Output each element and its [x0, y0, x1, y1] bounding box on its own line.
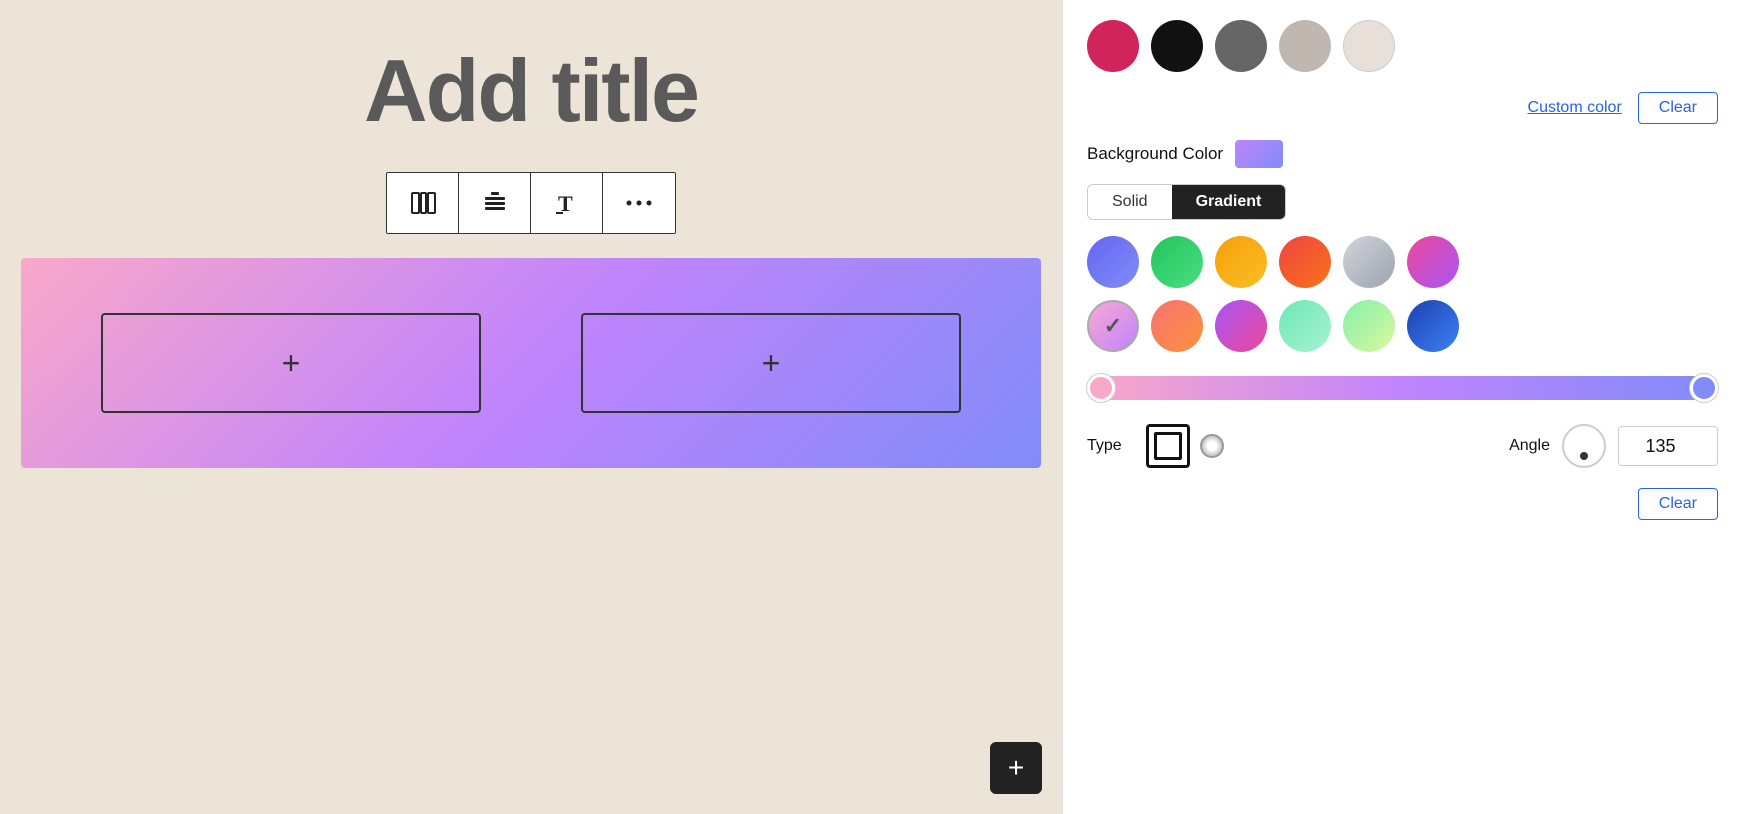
angle-section: Angle — [1509, 424, 1718, 468]
bg-color-row: Background Color — [1087, 140, 1718, 168]
angle-dial-dot — [1580, 452, 1588, 460]
grad-swatch-pink-purple[interactable] — [1407, 236, 1459, 288]
add-block-left[interactable]: + — [101, 313, 481, 413]
type-icon-radial[interactable] — [1200, 434, 1224, 458]
grad-swatch-green[interactable] — [1151, 236, 1203, 288]
type-label: Type — [1087, 437, 1122, 455]
grad-swatch-pink-lilac[interactable] — [1087, 300, 1139, 352]
grad-swatch-amber[interactable] — [1215, 236, 1267, 288]
text-button[interactable]: T — [531, 173, 603, 233]
type-icons — [1146, 424, 1224, 468]
add-block-right[interactable]: + — [581, 313, 961, 413]
swatch-dark-gray[interactable] — [1215, 20, 1267, 72]
grad-swatch-red-orange[interactable] — [1279, 236, 1331, 288]
angle-label: Angle — [1509, 437, 1550, 455]
gradient-button[interactable]: Gradient — [1172, 185, 1286, 219]
clear-bottom-button[interactable]: Clear — [1638, 488, 1718, 520]
bg-color-label: Background Color — [1087, 144, 1223, 164]
type-icon-linear-inner — [1154, 432, 1182, 460]
bg-color-preview[interactable] — [1235, 140, 1283, 168]
swatch-medium-gray[interactable] — [1279, 20, 1331, 72]
gradient-slider-track[interactable] — [1087, 376, 1718, 400]
gradient-slider-container — [1087, 368, 1718, 408]
clear-top-button[interactable]: Clear — [1638, 92, 1718, 124]
text-color-swatches — [1087, 20, 1718, 72]
angle-input[interactable] — [1618, 426, 1718, 466]
grad-swatch-purple-pink[interactable] — [1215, 300, 1267, 352]
add-page-button[interactable]: + — [990, 742, 1042, 794]
type-toggle: Solid Gradient — [1087, 184, 1286, 220]
swatch-crimson[interactable] — [1087, 20, 1139, 72]
grad-swatch-gray[interactable] — [1343, 236, 1395, 288]
gradient-palette — [1087, 236, 1718, 352]
more-button[interactable] — [603, 173, 675, 233]
grad-swatch-deep-blue[interactable] — [1407, 300, 1459, 352]
gradient-block: + + — [21, 258, 1041, 468]
type-icon-linear[interactable] — [1146, 424, 1190, 468]
canvas-area: Add title T — [0, 0, 1062, 814]
columns-button[interactable] — [387, 173, 459, 233]
palette-row-2 — [1087, 300, 1718, 352]
custom-clear-row: Custom color Clear — [1087, 92, 1718, 124]
right-panel: Custom color Clear Background Color Soli… — [1062, 0, 1742, 814]
grad-swatch-red-light[interactable] — [1151, 300, 1203, 352]
solid-button[interactable]: Solid — [1088, 185, 1172, 219]
align-button[interactable] — [459, 173, 531, 233]
grad-swatch-blue-indigo[interactable] — [1087, 236, 1139, 288]
page-title[interactable]: Add title — [364, 40, 698, 142]
slider-handle-right[interactable] — [1690, 374, 1718, 402]
slider-handle-left[interactable] — [1087, 374, 1115, 402]
palette-row-1 — [1087, 236, 1718, 288]
swatch-black[interactable] — [1151, 20, 1203, 72]
swatch-light-gray[interactable] — [1343, 20, 1395, 72]
grad-swatch-light-green[interactable] — [1343, 300, 1395, 352]
type-angle-row: Type Angle — [1087, 424, 1718, 468]
toolbar: T — [386, 172, 676, 234]
custom-color-link[interactable]: Custom color — [1528, 99, 1622, 117]
grad-swatch-mint[interactable] — [1279, 300, 1331, 352]
angle-dial[interactable] — [1562, 424, 1606, 468]
bottom-clear-row: Clear — [1087, 488, 1718, 520]
